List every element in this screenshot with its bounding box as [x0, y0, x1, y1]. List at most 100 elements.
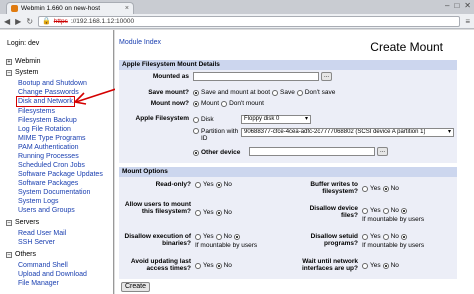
insecure-lock-icon: 🔒	[42, 18, 51, 25]
browse-button[interactable]: ...	[321, 72, 333, 81]
radio-readonly-yes[interactable]	[195, 181, 201, 188]
expand-icon: +	[6, 58, 12, 65]
radio-disk[interactable]	[193, 116, 199, 123]
radio-devfiles-if-mountable[interactable]	[400, 207, 407, 214]
section-header-mount-options: Mount Options	[119, 167, 457, 177]
radio-dont-save[interactable]	[296, 89, 303, 96]
radio-label: Yes	[370, 262, 381, 269]
radio-network-no[interactable]	[382, 262, 389, 269]
sidebar-item-system-documentation[interactable]: System Documentation	[18, 189, 90, 196]
category-label: Webmin	[15, 58, 41, 65]
radio-buffer-yes[interactable]	[362, 185, 368, 192]
maximize-icon[interactable]: □	[454, 1, 459, 10]
radio-atime-yes[interactable]	[195, 262, 201, 269]
sidebar-item-filesystems[interactable]: Filesystems	[18, 108, 55, 115]
radio-setuid-no[interactable]	[382, 233, 389, 240]
category-webmin[interactable]: + Webmin	[6, 58, 41, 65]
radio-label: If mountable by users	[195, 242, 258, 249]
reload-icon[interactable]: ↻	[26, 17, 33, 26]
radio-label: No	[390, 262, 399, 269]
sidebar-item-read-user-mail[interactable]: Read User Mail	[18, 230, 66, 237]
radio-atime-no[interactable]	[215, 262, 222, 269]
radio-dont-mount[interactable]	[221, 100, 228, 107]
category-servers[interactable]: – Servers	[6, 219, 39, 226]
buffer-writes-label: Buffer writes to filesystem?	[310, 181, 358, 195]
tab-close-icon[interactable]: ×	[125, 5, 129, 12]
radio-label: Disk	[201, 116, 214, 123]
radio-setuid-if-mountable[interactable]	[400, 233, 407, 240]
radio-network-yes[interactable]	[362, 262, 368, 269]
radio-save-and-mount[interactable]	[193, 89, 199, 96]
sidebar-item-mime-types[interactable]: MIME Type Programs	[18, 135, 86, 142]
radio-exec-if-mountable[interactable]	[233, 233, 240, 240]
close-window-icon[interactable]: ✕	[464, 1, 471, 10]
disk-select[interactable]: Floppy disk 0 ▾	[241, 115, 311, 124]
address-bar[interactable]: 🔒 https://192.168.1.12:10000	[38, 15, 461, 27]
radio-label: No	[223, 233, 232, 240]
forward-icon[interactable]: ▶	[15, 17, 21, 26]
radio-mount[interactable]	[193, 100, 199, 107]
sidebar-item-file-manager[interactable]: File Manager	[18, 280, 59, 287]
partition-select[interactable]: 90688377-cfce-4cea-adfc-2c7777068802 (SC…	[241, 128, 454, 137]
avoid-updating-label: Avoid updating last access times?	[130, 258, 191, 272]
apple-filesystem-label: Apple Filesystem	[135, 115, 189, 122]
radio-other-device[interactable]	[193, 149, 199, 156]
radio-exec-no[interactable]	[215, 233, 222, 240]
sidebar-item-upload-download[interactable]: Upload and Download	[18, 271, 87, 278]
radio-allow-users-no[interactable]	[215, 209, 222, 216]
mounted-as-label: Mounted as	[152, 73, 189, 80]
create-button[interactable]: Create	[121, 282, 151, 292]
sidebar-item-ssh-server[interactable]: SSH Server	[18, 239, 55, 246]
collapse-icon: –	[6, 69, 12, 76]
sidebar-item-disk-and-network[interactable]: Disk and Network	[16, 96, 75, 107]
sidebar-item-software-packages[interactable]: Software Packages	[18, 180, 78, 187]
select-value: Floppy disk 0	[244, 116, 280, 122]
page-title: Create Mount	[370, 40, 443, 54]
back-icon[interactable]: ◀	[4, 17, 10, 26]
minimize-icon[interactable]: –	[445, 1, 449, 10]
sidebar-item-users-and-groups[interactable]: Users and Groups	[18, 207, 75, 214]
save-mount-label: Save mount?	[148, 89, 189, 96]
radio-exec-yes[interactable]	[195, 233, 201, 240]
radio-label: Yes	[203, 181, 214, 188]
browser-tab[interactable]: Webmin 1.660 on new-host ×	[6, 2, 134, 14]
radio-save[interactable]	[272, 89, 279, 96]
radio-allow-users-yes[interactable]	[195, 209, 201, 216]
radio-partition[interactable]	[193, 128, 199, 134]
browse-device-button[interactable]: ...	[377, 147, 389, 156]
radio-label: Yes	[203, 262, 214, 269]
radio-label: If mountable by users	[362, 216, 425, 223]
sidebar-item-cron-jobs[interactable]: Scheduled Cron Jobs	[18, 162, 85, 169]
tab-title: Webmin 1.660 on new-host	[21, 5, 101, 12]
radio-devfiles-yes[interactable]	[362, 207, 368, 214]
section-header-mount-details: Apple Filesystem Mount Details	[119, 60, 457, 70]
other-device-input[interactable]	[249, 147, 375, 156]
radio-label: No	[390, 185, 399, 192]
radio-label: If mountable by users	[362, 242, 425, 249]
category-others[interactable]: – Others	[6, 251, 36, 258]
sidebar-item-system-logs[interactable]: System Logs	[18, 198, 58, 205]
collapse-icon: –	[6, 251, 12, 258]
webmin-favicon-icon	[11, 5, 18, 12]
browser-tab-bar: Webmin 1.660 on new-host × – □ ✕	[0, 0, 474, 14]
radio-label: Mount	[201, 100, 220, 107]
category-system[interactable]: – System	[6, 69, 38, 76]
radio-label: No	[390, 233, 399, 240]
disallow-setuid-label: Disallow setuid programs?	[310, 233, 358, 247]
radio-readonly-no[interactable]	[215, 181, 222, 188]
login-label: Login: dev	[7, 40, 40, 47]
radio-devfiles-no[interactable]	[382, 207, 389, 214]
sidebar-item-pam[interactable]: PAM Authentication	[18, 144, 79, 151]
radio-setuid-yes[interactable]	[362, 233, 368, 240]
read-only-label: Read-only?	[155, 181, 191, 188]
sidebar-item-command-shell[interactable]: Command Shell	[18, 262, 68, 269]
sidebar-item-running-processes[interactable]: Running Processes	[18, 153, 79, 160]
sidebar-item-log-rotation[interactable]: Log File Rotation	[18, 126, 71, 133]
sidebar-item-filesystem-backup[interactable]: Filesystem Backup	[18, 117, 77, 124]
dropdown-arrow-icon: ▾	[304, 116, 308, 122]
sidebar-item-package-updates[interactable]: Software Package Updates	[18, 171, 103, 178]
dropdown-arrow-icon: ▾	[447, 129, 451, 135]
radio-buffer-no[interactable]	[382, 185, 389, 192]
mounted-as-input[interactable]	[193, 72, 319, 81]
browser-menu-icon[interactable]: ≡	[465, 17, 470, 26]
